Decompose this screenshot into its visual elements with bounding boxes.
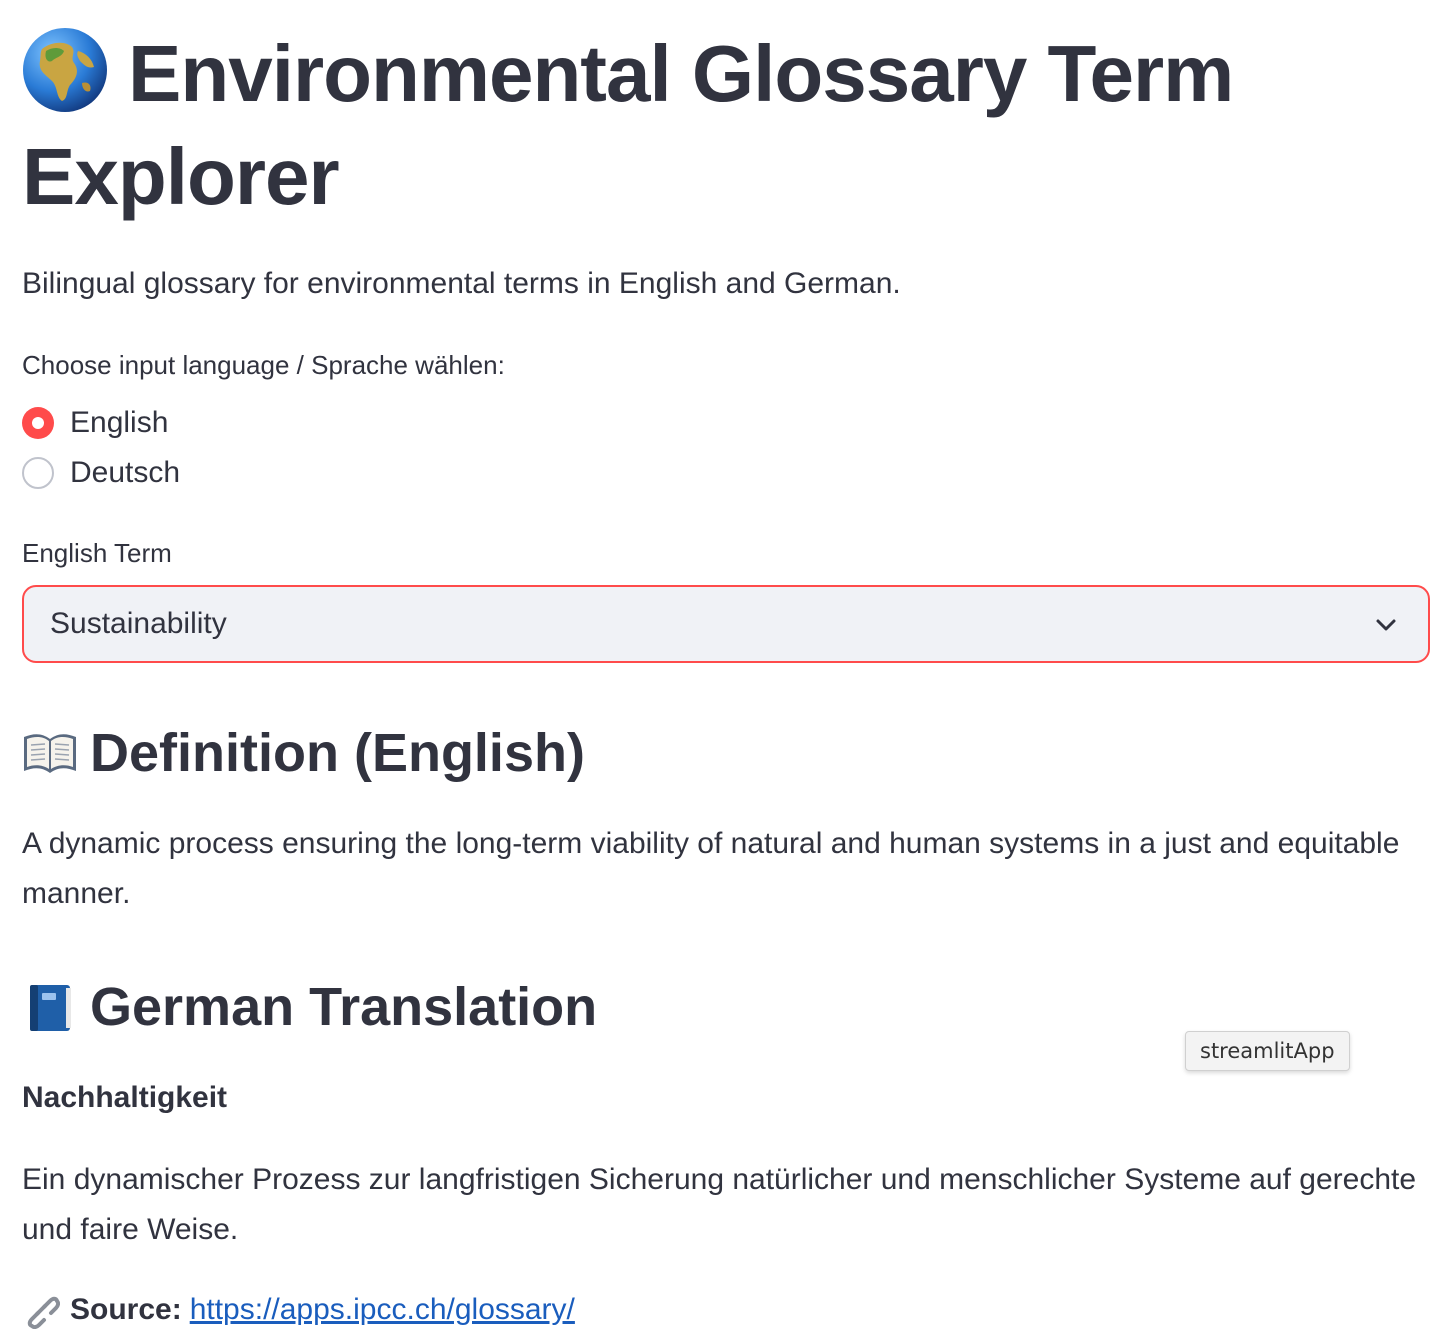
term-select[interactable]: Sustainability	[22, 585, 1430, 663]
definition-heading-text: Definition (English)	[90, 723, 585, 783]
app-subtitle: Bilingual glossary for environmental ter…	[22, 267, 901, 300]
translation-heading: German Translation	[22, 972, 597, 1042]
page-title: Environmental Glossary Term Explorer	[22, 0, 1430, 228]
radio-option-deutsch[interactable]: Deutsch	[22, 453, 180, 493]
german-definition-text: Ein dynamischer Prozess zur langfristige…	[22, 1163, 1417, 1246]
source-label: Source:	[70, 1293, 182, 1326]
blue-book-icon	[30, 985, 71, 1031]
source-link[interactable]: https://apps.ipcc.ch/glossary/	[190, 1288, 575, 1332]
definition-text: A dynamic process ensuring the long-term…	[22, 827, 1400, 910]
radio-option-label: English	[70, 406, 169, 439]
radio-selected-icon[interactable]	[22, 407, 54, 439]
page-title-text: Environmental Glossary Term Explorer	[22, 29, 1234, 221]
source-line: Source: https://apps.ipcc.ch/glossary/	[22, 1288, 575, 1332]
radio-unselected-icon[interactable]	[22, 457, 54, 489]
chevron-down-icon[interactable]	[1372, 611, 1400, 639]
globe-icon	[23, 28, 107, 112]
language-radio-label: Choose input language / Sprache wählen:	[22, 350, 505, 380]
translation-heading-text: German Translation	[90, 977, 598, 1037]
main-content: Environmental Glossary Term Explorer Bil…	[22, 0, 1430, 1329]
tooltip: streamlitApp	[1185, 1031, 1350, 1071]
link-icon	[27, 1296, 60, 1329]
definition-heading: Definition (English)	[22, 718, 585, 788]
radio-option-label: Deutsch	[70, 456, 181, 489]
radio-option-english[interactable]: English	[22, 403, 168, 443]
term-select-label: English Term	[22, 538, 172, 568]
german-term: Nachhaltigkeit	[22, 1081, 228, 1114]
term-select-value: Sustainability	[50, 607, 227, 640]
open-book-icon	[24, 734, 76, 773]
